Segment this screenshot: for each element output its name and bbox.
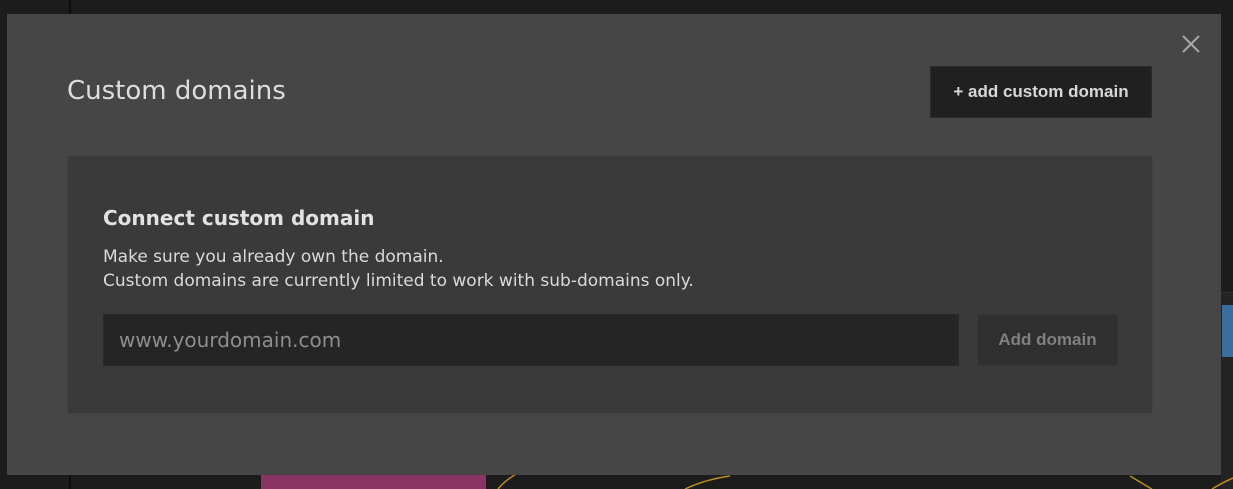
background-accent [1222, 305, 1233, 357]
connect-domain-panel: Connect custom domain Make sure you alre… [67, 155, 1153, 414]
close-icon [1182, 35, 1200, 53]
custom-domains-modal: Custom domains + add custom domain Conne… [7, 14, 1221, 475]
close-button[interactable] [1179, 32, 1203, 56]
panel-description: Make sure you already own the domain. Cu… [103, 245, 694, 293]
add-custom-domain-button[interactable]: + add custom domain [930, 66, 1152, 118]
description-line: Make sure you already own the domain. [103, 247, 444, 267]
description-line: Custom domains are currently limited to … [103, 271, 694, 291]
modal-title: Custom domains [67, 76, 286, 106]
panel-heading: Connect custom domain [103, 206, 375, 230]
domain-input[interactable] [103, 314, 959, 366]
add-domain-button[interactable]: Add domain [977, 314, 1118, 366]
